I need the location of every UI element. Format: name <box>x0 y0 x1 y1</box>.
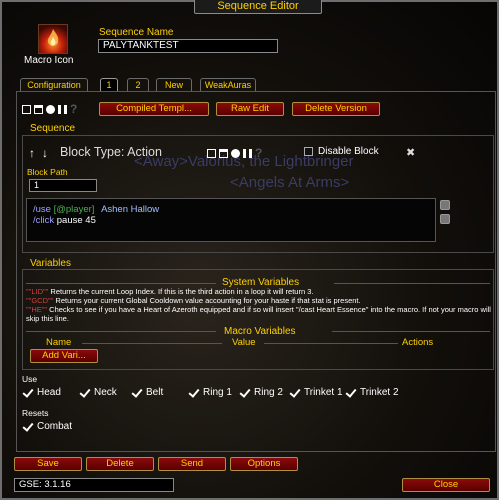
column-name-header: Name <box>46 337 72 348</box>
tab-new[interactable]: New <box>156 78 192 91</box>
system-variable-he: ""HE"" Checks to see if you have a Heart… <box>26 305 494 323</box>
square-icon[interactable] <box>22 105 31 114</box>
tab-weakauras[interactable]: WeakAuras <box>200 78 256 91</box>
divider <box>264 343 398 344</box>
window-title[interactable]: Sequence Editor <box>194 0 322 14</box>
block-path-input[interactable]: 1 <box>29 179 97 192</box>
column-value-header: Value <box>232 337 256 348</box>
use-item-label: Trinket 2 <box>360 387 399 398</box>
reset-item-label: Combat <box>37 421 73 432</box>
check-icon <box>23 422 33 432</box>
block-type-label: Block Type: Action <box>60 145 162 159</box>
use-heading: Use <box>22 374 38 384</box>
save-button[interactable]: Save <box>14 457 82 471</box>
divider <box>332 331 490 332</box>
code-spell: Ashen Hallow <box>101 204 160 215</box>
divider <box>26 331 216 332</box>
reset-combat-checkbox[interactable]: Combat <box>23 421 72 432</box>
tab-configuration[interactable]: Configuration <box>20 78 88 91</box>
delete-version-button[interactable]: Delete Version <box>292 102 380 116</box>
use-belt-checkbox[interactable]: Belt <box>132 387 163 398</box>
disable-block-label: Disable Block <box>318 146 379 157</box>
use-item-label: Neck <box>94 387 117 398</box>
use-ring1-checkbox[interactable]: Ring 1 <box>189 387 232 398</box>
use-head-checkbox[interactable]: Head <box>23 387 61 398</box>
variables-heading: Variables <box>30 258 71 269</box>
tab-version-2[interactable]: 2 <box>127 78 149 91</box>
arrow-down-icon[interactable]: ↓ <box>42 146 48 160</box>
block-path-label: Block Path <box>27 167 68 177</box>
code-scroll-down[interactable] <box>440 214 450 224</box>
use-ring2-checkbox[interactable]: Ring 2 <box>240 387 283 398</box>
check-icon <box>290 388 300 398</box>
raw-edit-button[interactable]: Raw Edit <box>216 102 284 116</box>
divider <box>26 283 216 284</box>
block-toolbar-icons: ? <box>207 147 262 159</box>
tab-version-1[interactable]: 1 <box>100 78 118 91</box>
help-icon[interactable]: ? <box>70 103 77 115</box>
close-icon[interactable]: ✖ <box>406 146 415 159</box>
variable-description: Returns your current Global Cooldown val… <box>55 296 361 305</box>
fire-icon-graphic <box>47 29 59 46</box>
use-trinket1-checkbox[interactable]: Trinket 1 <box>290 387 343 398</box>
stack-icon[interactable] <box>219 149 228 158</box>
code-line-2: /click pause 45 <box>33 215 429 226</box>
delete-button[interactable]: Delete <box>86 457 154 471</box>
macro-code-editor[interactable]: /use [@player] Ashen Hallow /click pause… <box>26 198 436 242</box>
macro-variables-heading: Macro Variables <box>224 326 296 337</box>
background-guild-line2: <Angels At Arms> <box>230 174 350 191</box>
code-scroll-up[interactable] <box>440 200 450 210</box>
use-item-label: Trinket 1 <box>304 387 343 398</box>
variable-token: ""LID"" <box>26 287 49 296</box>
help-icon[interactable]: ? <box>255 147 262 159</box>
arrow-up-icon[interactable]: ↑ <box>29 146 35 160</box>
compiled-template-button[interactable]: Compiled Templ... <box>99 102 209 116</box>
close-button[interactable]: Close <box>402 478 490 492</box>
version-toolbar-icons: ? <box>22 103 77 115</box>
check-icon <box>23 388 33 398</box>
pause-icon[interactable] <box>58 105 67 114</box>
use-item-label: Ring 1 <box>203 387 232 398</box>
code-command: /click <box>33 215 55 226</box>
variable-token: ""GCD"" <box>26 296 54 305</box>
circle-icon[interactable] <box>46 105 55 114</box>
sequence-name-input[interactable]: PALYTANKTEST <box>98 39 278 53</box>
add-variable-button[interactable]: Add Vari... <box>30 349 98 363</box>
code-condition: [@player] <box>53 204 95 215</box>
column-actions-header: Actions <box>402 337 434 348</box>
use-item-label: Ring 2 <box>254 387 283 398</box>
square-icon[interactable] <box>207 149 216 158</box>
code-text: pause 45 <box>56 215 96 226</box>
check-icon <box>132 388 142 398</box>
divider <box>334 283 490 284</box>
check-icon <box>240 388 250 398</box>
pause-icon[interactable] <box>243 149 252 158</box>
sequence-name-label: Sequence Name <box>99 27 174 38</box>
use-item-label: Head <box>37 387 61 398</box>
circle-icon[interactable] <box>231 149 240 158</box>
use-neck-checkbox[interactable]: Neck <box>80 387 117 398</box>
variable-description: Returns the current Loop Index. If this … <box>50 287 314 296</box>
send-button[interactable]: Send <box>158 457 226 471</box>
code-command: /use <box>33 204 51 215</box>
sequence-heading: Sequence <box>30 123 76 134</box>
use-trinket2-checkbox[interactable]: Trinket 2 <box>346 387 399 398</box>
sequence-editor-window: Sequence Editor Macro Icon Sequence Name… <box>0 0 499 500</box>
disable-block-toggle[interactable]: Disable Block <box>304 146 379 157</box>
disable-block-checkbox[interactable] <box>304 147 313 156</box>
variable-description: Checks to see if you have a Heart of Aze… <box>26 305 491 323</box>
options-button[interactable]: Options <box>230 457 298 471</box>
code-line-1: /use [@player] Ashen Hallow <box>33 204 429 215</box>
check-icon <box>80 388 90 398</box>
macro-icon-label: Macro Icon <box>24 55 74 66</box>
check-icon <box>346 388 356 398</box>
stack-icon[interactable] <box>34 105 43 114</box>
use-item-label: Belt <box>146 387 164 398</box>
check-icon <box>189 388 199 398</box>
divider <box>82 343 222 344</box>
resets-heading: Resets <box>22 408 49 418</box>
macro-fire-icon[interactable] <box>38 24 68 54</box>
status-bar: GSE: 3.1.16 <box>14 478 174 492</box>
